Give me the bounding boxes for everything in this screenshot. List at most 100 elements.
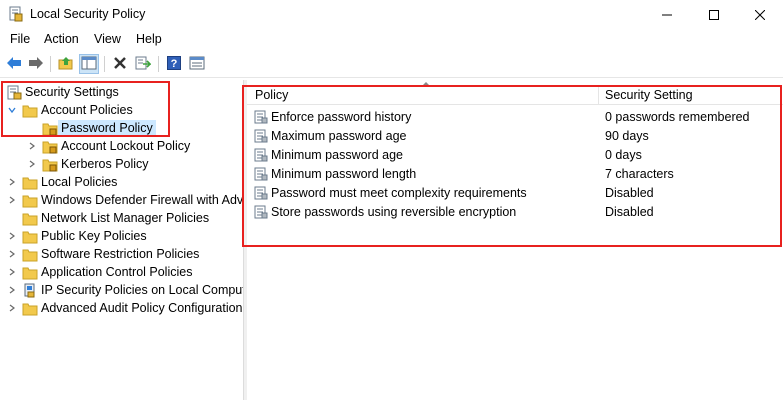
tree-item-password-policy[interactable]: Password Policy	[42, 119, 156, 137]
policy-setting-icon	[254, 129, 268, 143]
policy-setting-icon	[254, 186, 268, 200]
column-header-policy[interactable]: Policy	[255, 88, 288, 102]
maximize-icon	[709, 9, 719, 20]
table-row[interactable]: Password must meet complexity requiremen…	[247, 184, 783, 203]
folder-icon	[22, 247, 38, 262]
policy-name: Password must meet complexity requiremen…	[271, 186, 527, 200]
tree-item-label: Application Control Policies	[41, 265, 193, 279]
list-header: Policy Security Setting	[247, 85, 783, 105]
properties-button[interactable]	[187, 54, 207, 74]
toolbar-separator	[158, 56, 159, 72]
security-settings-icon	[6, 85, 22, 100]
menu-help[interactable]: Help	[136, 32, 162, 46]
tree-item-label: Advanced Audit Policy Configuration	[41, 301, 243, 315]
tree-item-application-control-policies[interactable]: Application Control Policies	[6, 263, 192, 281]
table-row[interactable]: Minimum password length 7 characters	[247, 165, 783, 184]
tree-item-windows-defender-firewall[interactable]: Windows Defender Firewall with Adva	[6, 191, 243, 209]
tree-item-software-restriction-policies[interactable]: Software Restriction Policies	[6, 245, 199, 263]
policy-setting-value: Disabled	[605, 186, 654, 200]
folder-icon	[22, 103, 38, 118]
folder-icon	[22, 229, 38, 244]
tree-item-advanced-audit-policy-configuration[interactable]: Advanced Audit Policy Configuration	[6, 299, 243, 317]
export-list-icon	[135, 56, 152, 73]
policy-setting-value: Disabled	[605, 205, 654, 219]
tree-item-account-lockout-policy[interactable]: Account Lockout Policy	[26, 137, 190, 155]
tree-item-label: Account Policies	[41, 103, 133, 117]
delete-button[interactable]	[110, 54, 130, 74]
minimize-icon	[662, 10, 672, 20]
tree-item-network-list-manager-policies[interactable]: Network List Manager Policies	[22, 209, 209, 227]
tree-item-label: IP Security Policies on Local Compute	[41, 283, 244, 297]
minimize-button[interactable]	[644, 0, 690, 29]
policy-setting-icon	[254, 205, 268, 219]
forward-arrow-icon	[28, 56, 44, 73]
menu-file[interactable]: File	[10, 32, 30, 46]
tree-item-label: Network List Manager Policies	[41, 211, 210, 225]
window-title: Local Security Policy	[30, 7, 146, 21]
chevron-right-icon[interactable]	[6, 176, 18, 188]
column-header-security-setting[interactable]: Security Setting	[605, 88, 693, 102]
table-row[interactable]: Enforce password history 0 passwords rem…	[247, 108, 783, 127]
policy-setting-value: 90 days	[605, 129, 649, 143]
tree-item-public-key-policies[interactable]: Public Key Policies	[6, 227, 147, 245]
maximize-button[interactable]	[691, 0, 737, 29]
chevron-right-icon[interactable]	[26, 140, 38, 152]
title-bar: Local Security Policy	[0, 0, 783, 29]
help-icon: ?	[167, 55, 181, 73]
folder-icon	[22, 265, 38, 280]
table-row[interactable]: Minimum password age 0 days	[247, 146, 783, 165]
tree-item-label: Local Policies	[41, 175, 118, 189]
chevron-right-icon[interactable]	[6, 194, 18, 206]
console-tree: Security Settings Account Policies Passw…	[0, 80, 244, 400]
policy-name: Store passwords using reversible encrypt…	[271, 205, 517, 219]
properties-icon	[189, 56, 205, 73]
column-divider[interactable]	[598, 85, 599, 105]
toolbar-separator	[104, 56, 105, 72]
chevron-right-icon[interactable]	[6, 266, 18, 278]
tree-item-ip-security-policies[interactable]: IP Security Policies on Local Compute	[6, 281, 244, 299]
show-hide-tree-icon	[81, 56, 97, 73]
tree-item-kerberos-policy[interactable]: Kerberos Policy	[26, 155, 149, 173]
forward-button[interactable]	[26, 54, 46, 74]
tree-item-local-policies[interactable]: Local Policies	[6, 173, 117, 191]
tree-item-label: Password Policy	[58, 120, 156, 136]
chevron-right-icon[interactable]	[6, 230, 18, 242]
help-button[interactable]: ?	[164, 54, 184, 74]
policy-folder-icon	[42, 121, 58, 136]
policy-setting-icon	[254, 167, 268, 181]
back-arrow-icon	[6, 56, 22, 73]
table-row[interactable]: Maximum password age 90 days	[247, 127, 783, 146]
policy-folder-icon	[42, 157, 58, 172]
policy-setting-icon	[254, 110, 268, 124]
policy-setting-value: 0 passwords remembered	[605, 110, 750, 124]
chevron-right-icon[interactable]	[6, 284, 18, 296]
tree-item-security-settings[interactable]: Security Settings	[6, 83, 119, 101]
tree-item-label: Account Lockout Policy	[61, 139, 191, 153]
back-button[interactable]	[4, 54, 24, 74]
chevron-right-icon[interactable]	[6, 248, 18, 260]
policy-name: Enforce password history	[271, 110, 412, 124]
folder-icon	[22, 175, 38, 190]
up-folder-icon	[58, 56, 74, 73]
policy-setting-value: 0 days	[605, 148, 642, 162]
sort-indicator-icon	[423, 82, 429, 85]
table-row[interactable]: Store passwords using reversible encrypt…	[247, 203, 783, 222]
close-button[interactable]	[737, 0, 783, 29]
menu-action[interactable]: Action	[44, 32, 79, 46]
folder-icon	[22, 211, 38, 226]
policy-setting-value: 7 characters	[605, 167, 674, 181]
up-one-level-button[interactable]	[56, 54, 76, 74]
tree-item-account-policies[interactable]: Account Policies	[6, 101, 133, 119]
folder-icon	[22, 193, 38, 208]
svg-text:?: ?	[171, 58, 178, 70]
chevron-right-icon[interactable]	[6, 302, 18, 314]
security-policy-icon	[9, 6, 23, 22]
export-list-button[interactable]	[133, 54, 153, 74]
show-hide-tree-button[interactable]	[79, 54, 99, 74]
chevron-right-icon[interactable]	[26, 158, 38, 170]
delete-icon	[113, 56, 127, 73]
tree-item-label: Public Key Policies	[41, 229, 147, 243]
ip-security-icon	[22, 283, 38, 298]
menu-view[interactable]: View	[94, 32, 121, 46]
chevron-down-icon[interactable]	[6, 104, 18, 116]
